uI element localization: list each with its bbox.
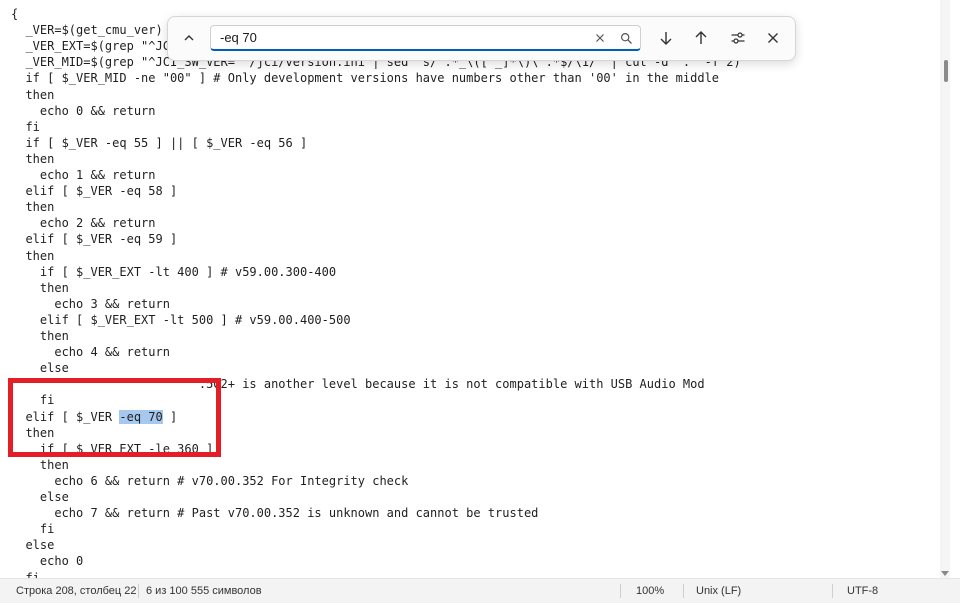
code-line: echo 0 [11, 554, 84, 569]
status-divider [832, 584, 833, 598]
selection-count: 6 из 100 555 символов [146, 585, 262, 597]
status-divider [138, 584, 139, 598]
chevron-up-icon [184, 35, 194, 41]
code-line: if [ $_VER_MID -ne "00" ] # Only develop… [11, 71, 720, 86]
code-line: else [11, 490, 69, 504]
search-match-highlight: -eq 70 [119, 409, 163, 424]
close-find-button[interactable] [760, 25, 786, 51]
code-line: { [11, 7, 19, 21]
scrollbar-thumb[interactable] [944, 60, 948, 82]
code-line: then [11, 87, 55, 102]
code-line: elif [ $_VER_EXT -lt 500 ] # v59.00.400-… [11, 312, 351, 327]
find-input-box[interactable] [210, 25, 641, 51]
find-next-button[interactable] [653, 25, 679, 51]
status-bar: Строка 208, столбец 22 6 из 100 555 симв… [0, 578, 960, 603]
code-line: if [ $_VER_EXT -lt 400 ] # v59.00.300-40… [11, 264, 337, 279]
find-input[interactable] [220, 28, 580, 47]
settings-sliders-icon [731, 32, 745, 44]
code-text: elif [ $_VER [11, 409, 120, 424]
vertical-scrollbar[interactable] [940, 0, 950, 578]
code-line: echo 1 && return [11, 168, 156, 182]
code-line: echo 3 && return [11, 296, 170, 311]
code-line: then [11, 425, 55, 440]
cursor-position[interactable]: Строка 208, столбец 22 [16, 585, 137, 597]
code-line: else [11, 361, 69, 376]
encoding[interactable]: UTF-8 [847, 585, 878, 597]
find-bar [167, 16, 796, 61]
code-line: .502+ is another level because it is not… [11, 377, 705, 392]
scroll-down-arrow-icon[interactable] [941, 571, 949, 576]
code-line: then [11, 280, 69, 295]
code-line: _VER=$(get_cmu_ver) [11, 23, 163, 38]
code-line: _VER_EXT=$(grep "^JCI [11, 39, 178, 54]
code-line: elif [ $_VER -eq 59 ] [11, 232, 178, 247]
code-line: then [11, 248, 55, 263]
find-options-button[interactable] [725, 25, 751, 51]
code-line: fi [11, 570, 40, 579]
find-previous-button[interactable] [688, 25, 714, 51]
code-line: if [ $_VER_EXT -le 360 ] [11, 441, 214, 456]
code-line: else [11, 538, 55, 553]
code-line: then [11, 329, 69, 343]
close-icon [768, 33, 778, 43]
code-line: elif [ $_VER -eq 58 ] [11, 184, 178, 199]
text-editor[interactable]: { _VER=$(get_cmu_ver) _VER_EXT=$(grep "^… [0, 0, 950, 578]
code-line: fi [11, 522, 55, 537]
status-divider [683, 584, 684, 598]
code-line: echo 4 && return [11, 345, 170, 360]
collapse-find-button[interactable] [176, 25, 202, 51]
code-line: echo 7 && return # Past v70.00.352 is un… [11, 506, 539, 521]
line-ending[interactable]: Unix (LF) [696, 585, 741, 597]
code-line: elif [ $_VER -eq 70 ] [11, 409, 177, 425]
code-line: if [ $_VER -eq 55 ] || [ $_VER -eq 56 ] [11, 135, 308, 150]
clear-search-icon[interactable] [591, 29, 609, 47]
code-line: then [11, 457, 69, 472]
arrow-up-icon [695, 31, 707, 44]
code-line: echo 0 && return [11, 103, 156, 118]
status-divider [620, 584, 621, 598]
arrow-down-icon [660, 32, 672, 45]
code-line: echo 2 && return [11, 216, 156, 231]
code-line: echo 6 && return # v70.00.352 For Integr… [11, 473, 409, 488]
code-text: ] [162, 409, 178, 424]
code-line: then [11, 200, 55, 215]
search-icon[interactable] [617, 29, 635, 47]
code-line: fi [11, 119, 40, 134]
code-line: fi [11, 393, 55, 408]
code-line: then [11, 151, 55, 166]
zoom-level[interactable]: 100% [636, 585, 664, 597]
